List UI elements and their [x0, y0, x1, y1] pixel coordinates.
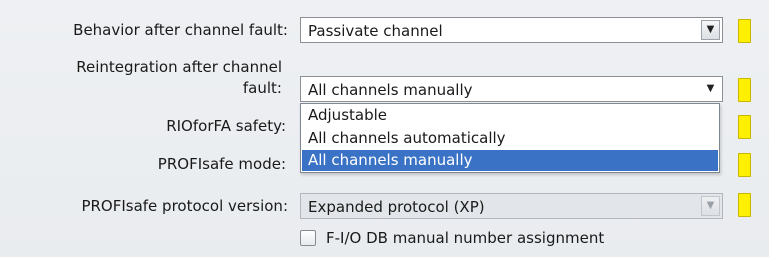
behavior-after-fault-select[interactable]: Passivate channel ▼	[300, 17, 723, 43]
parameter-status-marker	[738, 153, 751, 177]
reintegration-label-line2: fault:	[242, 79, 282, 97]
dropdown-option-all-manually[interactable]: All channels manually	[302, 150, 718, 171]
parameter-status-marker	[738, 19, 751, 43]
chevron-down-icon[interactable]: ▼	[701, 20, 720, 40]
chevron-down-icon[interactable]: ▼	[701, 79, 720, 99]
manual-number-assignment-label[interactable]: F-I/O DB manual number assignment	[326, 228, 604, 248]
profisafe-mode-label: PROFIsafe mode:	[157, 155, 286, 173]
profisafe-protocol-select: Expanded protocol (XP) ▼	[300, 193, 723, 219]
parameter-status-marker	[738, 115, 751, 139]
reintegration-label-line1: Reintegration after channel	[76, 58, 282, 76]
parameter-status-marker	[738, 78, 751, 102]
reintegration-dropdown-list: Adjustable All channels automatically Al…	[300, 103, 720, 173]
chevron-down-icon: ▼	[701, 196, 720, 216]
profisafe-protocol-label: PROFIsafe protocol version:	[81, 197, 288, 215]
reintegration-value: All channels manually	[308, 81, 473, 99]
profisafe-protocol-value: Expanded protocol (XP)	[308, 198, 485, 216]
properties-panel: Behavior after channel fault: Passivate …	[0, 0, 769, 257]
behavior-after-fault-label: Behavior after channel fault:	[73, 21, 288, 39]
reintegration-select[interactable]: All channels manually ▼	[300, 76, 723, 102]
dropdown-option-adjustable[interactable]: Adjustable	[302, 105, 718, 126]
parameter-status-marker	[738, 193, 751, 217]
behavior-after-fault-value: Passivate channel	[308, 22, 443, 40]
rioforfa-safety-label: RIOforFA safety:	[166, 117, 286, 135]
dropdown-option-all-automatically[interactable]: All channels automatically	[302, 128, 718, 149]
manual-number-assignment-checkbox[interactable]	[300, 230, 316, 246]
